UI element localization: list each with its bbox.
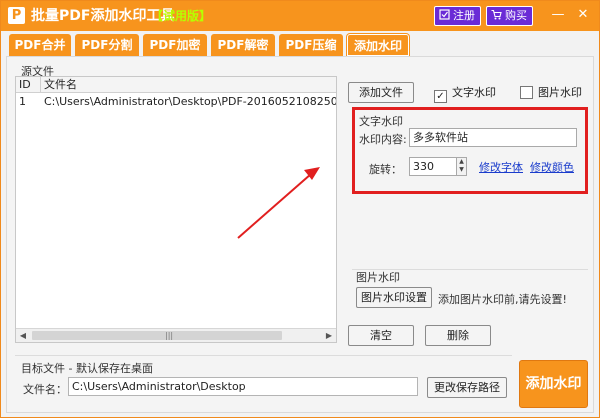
tab-pdf-split[interactable]: PDF分割 — [75, 34, 139, 56]
buy-label: 购买 — [505, 9, 527, 22]
register-label: 注册 — [453, 9, 475, 22]
tab-add-watermark[interactable]: 添加水印 — [347, 34, 409, 56]
tab-pdf-encrypt[interactable]: PDF加密 — [143, 34, 207, 56]
tab-pdf-decrypt[interactable]: PDF解密 — [211, 34, 275, 56]
watermark-panel: 源文件 ID 文件名 1 C:\Users\Administrator\Desk… — [6, 56, 594, 413]
annotation-arrow-icon — [237, 167, 320, 239]
app-logo-icon: P — [8, 7, 25, 24]
title-bar: P 批量PDF添加水印工具 【试用版】 注册 购买 — ✕ — [1, 1, 599, 31]
buy-button[interactable]: 购买 — [486, 6, 533, 26]
register-icon — [439, 9, 450, 20]
close-icon[interactable]: ✕ — [573, 5, 593, 25]
tab-pdf-compress[interactable]: PDF压缩 — [279, 34, 343, 56]
app-window: P 批量PDF添加水印工具 【试用版】 注册 购买 — ✕ PDF合并 PDF分… — [0, 0, 600, 418]
minimize-icon[interactable]: — — [548, 5, 568, 25]
cart-icon — [491, 9, 502, 20]
tab-pdf-merge[interactable]: PDF合并 — [9, 34, 71, 56]
register-button[interactable]: 注册 — [434, 6, 481, 26]
edition-badge: 【试用版】 — [151, 9, 212, 23]
